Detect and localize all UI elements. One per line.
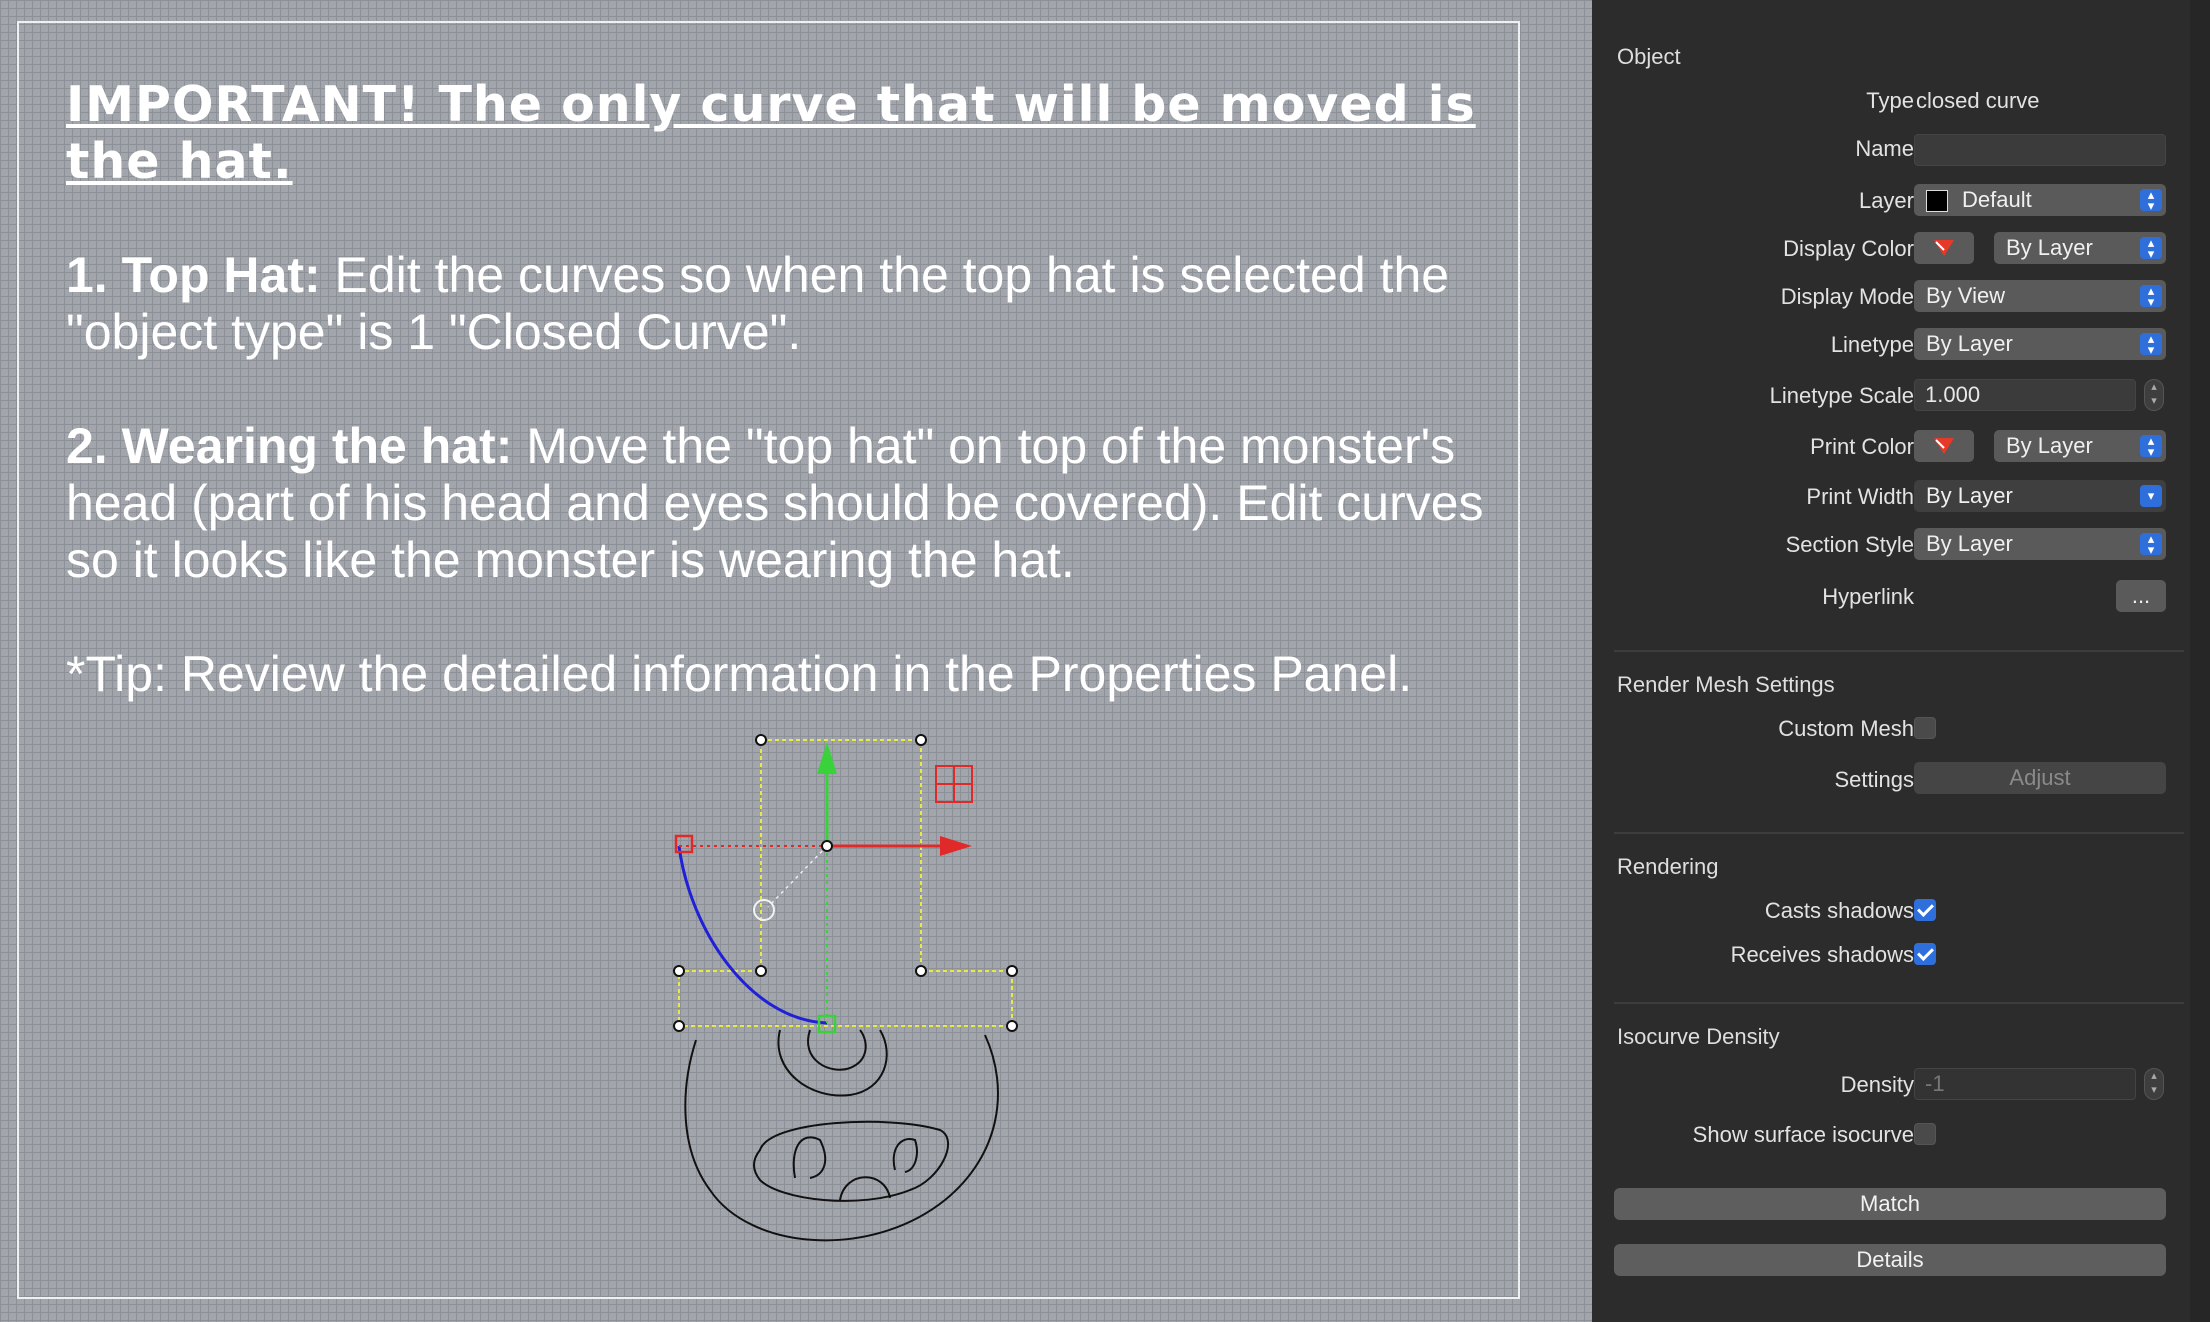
print-color-popup-value: By Layer — [2006, 433, 2093, 458]
linetype-scale-field[interactable] — [1914, 379, 2136, 411]
control-point[interactable] — [755, 965, 767, 977]
chevron-updown-icon: ▴ ▾ — [2140, 434, 2162, 458]
gumball-y-arrow[interactable] — [817, 742, 837, 774]
control-point[interactable] — [915, 965, 927, 977]
settings-label: Settings — [1834, 767, 1915, 792]
adjust-button[interactable]: Adjust — [1914, 762, 2166, 794]
display-mode-label: Display Mode — [1780, 284, 1914, 309]
density-label: Density — [1840, 1072, 1914, 1097]
right-edge-strip — [2190, 0, 2210, 1322]
control-point[interactable] — [673, 1020, 685, 1032]
section-style-label: Section Style — [1785, 532, 1914, 557]
monster-head-curve[interactable] — [684, 1034, 999, 1242]
chevron-updown-icon: ▴ ▾ — [2140, 332, 2162, 356]
casts-shadows-label: Casts shadows — [1764, 898, 1914, 923]
control-point[interactable] — [1006, 965, 1018, 977]
layer-popup[interactable]: Default ▴ ▾ — [1914, 184, 2166, 216]
gumball-x-arrow[interactable] — [940, 836, 972, 856]
receives-shadows-label: Receives shadows — [1730, 942, 1914, 967]
control-point[interactable] — [1006, 1020, 1018, 1032]
layer-color-swatch — [1926, 190, 1948, 212]
gumball-rotate-handle[interactable] — [753, 899, 775, 921]
receives-shadows-checkbox[interactable] — [1914, 943, 1936, 965]
tip-text: *Tip: Review the detailed information in… — [66, 646, 1413, 702]
render-mesh-section-title: Render Mesh Settings — [1617, 672, 1835, 697]
density-field[interactable] — [1914, 1068, 2136, 1100]
color-swatch-icon — [1934, 438, 1954, 454]
linetype-popup-value: By Layer — [1926, 331, 2013, 356]
linetype-label: Linetype — [1830, 332, 1914, 357]
hyperlink-label: Hyperlink — [1822, 584, 1914, 609]
layer-popup-value: Default — [1962, 187, 2032, 212]
casts-shadows-checkbox[interactable] — [1914, 899, 1936, 921]
control-point[interactable] — [915, 734, 927, 746]
chevron-updown-icon: ▴ ▾ — [2140, 188, 2162, 212]
instructions: IMPORTANT! The only curve that will be m… — [66, 76, 1506, 703]
monster-teeth-curve — [792, 1136, 918, 1201]
type-label: Type — [1866, 88, 1914, 113]
section-divider — [1614, 1002, 2184, 1004]
print-color-popup[interactable]: By Layer ▴ ▾ — [1994, 430, 2166, 462]
important-note: IMPORTANT! The only curve that will be m… — [66, 76, 1476, 190]
rendering-section-title: Rendering — [1617, 854, 1719, 879]
control-point[interactable] — [755, 734, 767, 746]
hyperlink-button[interactable]: ... — [2116, 580, 2166, 612]
display-color-label: Display Color — [1783, 236, 1914, 261]
display-mode-popup[interactable]: By View ▴ ▾ — [1914, 280, 2166, 312]
density-stepper[interactable]: ▴ ▾ — [2144, 1068, 2164, 1100]
step-1-lead: 1. Top Hat: — [66, 247, 321, 303]
monster-mouth-curve[interactable] — [753, 1120, 950, 1202]
match-button[interactable]: Match — [1614, 1188, 2166, 1220]
viewport[interactable]: IMPORTANT! The only curve that will be m… — [0, 0, 1592, 1322]
custom-mesh-checkbox[interactable] — [1914, 717, 1936, 739]
hat-brim-arc[interactable] — [677, 845, 828, 1025]
gumball-rotate-line — [767, 845, 828, 908]
linetype-scale-stepper[interactable]: ▴ ▾ — [2144, 379, 2164, 411]
name-field[interactable] — [1914, 134, 2166, 166]
show-surface-isocurve-checkbox[interactable] — [1914, 1123, 1936, 1145]
show-surface-isocurve-label: Show surface isocurve — [1692, 1122, 1914, 1147]
display-color-popup-value: By Layer — [2006, 235, 2093, 260]
print-width-popup-value: By Layer — [1926, 483, 2013, 508]
linetype-scale-label: Linetype Scale — [1769, 383, 1914, 408]
section-style-popup-value: By Layer — [1926, 531, 2013, 556]
control-point[interactable] — [673, 965, 685, 977]
type-value: closed curve — [1916, 88, 2040, 113]
chevron-updown-icon: ▴ ▾ — [2140, 236, 2162, 260]
step-2-lead: 2. Wearing the hat: — [66, 418, 513, 474]
display-color-popup[interactable]: By Layer ▴ ▾ — [1994, 232, 2166, 264]
print-width-popup[interactable]: By Layer ▾ — [1914, 480, 2166, 512]
step-2: 2. Wearing the hat: Move the "top hat" o… — [66, 418, 1506, 589]
monster-drawing[interactable] — [640, 730, 1080, 1270]
linetype-popup[interactable]: By Layer ▴ ▾ — [1914, 328, 2166, 360]
gumball-origin[interactable] — [821, 840, 833, 852]
print-color-label: Print Color — [1810, 434, 1914, 459]
properties-panel: Object Type closed curve Name Layer Defa… — [1592, 0, 2210, 1322]
step-1: 1. Top Hat: Edit the curves so when the … — [66, 247, 1506, 361]
section-style-popup[interactable]: By Layer ▴ ▾ — [1914, 528, 2166, 560]
section-divider — [1614, 650, 2184, 652]
display-color-swatch-button[interactable] — [1914, 232, 1974, 264]
object-section-title: Object — [1617, 44, 1681, 69]
color-swatch-icon — [1934, 240, 1954, 256]
chevron-down-icon: ▾ — [2140, 485, 2162, 507]
print-color-swatch-button[interactable] — [1914, 430, 1974, 462]
chevron-updown-icon: ▴ ▾ — [2140, 284, 2162, 308]
top-hat-curve[interactable] — [678, 739, 1013, 1027]
print-width-label: Print Width — [1806, 484, 1914, 509]
chevron-updown-icon: ▴ ▾ — [2140, 532, 2162, 556]
monster-eye-curve[interactable] — [777, 1029, 888, 1097]
isocurve-section-title: Isocurve Density — [1617, 1024, 1780, 1049]
custom-mesh-label: Custom Mesh — [1778, 716, 1914, 741]
display-mode-popup-value: By View — [1926, 283, 2006, 308]
section-divider — [1614, 832, 2184, 834]
details-button[interactable]: Details — [1614, 1244, 2166, 1276]
control-points[interactable] — [673, 734, 1018, 1032]
name-label: Name — [1855, 136, 1914, 161]
layer-label: Layer — [1858, 188, 1914, 213]
